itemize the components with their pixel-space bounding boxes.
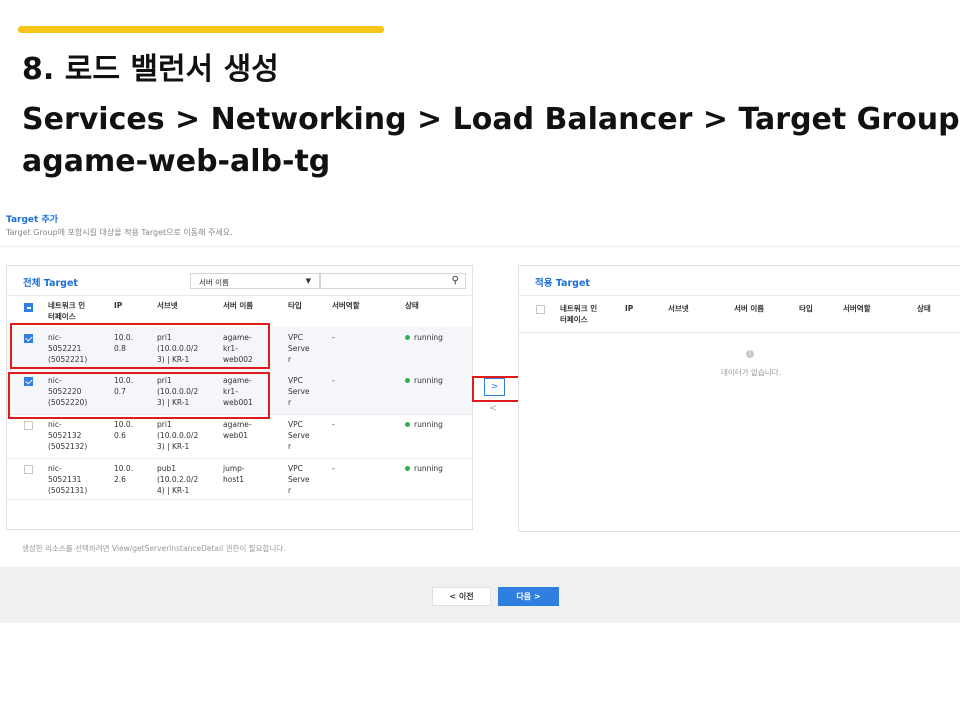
cell-type: VPC Serve r xyxy=(288,376,310,407)
row-checkbox[interactable] xyxy=(24,421,33,430)
column-header: IP xyxy=(625,304,634,313)
cell-role: - xyxy=(332,464,335,473)
status-text: running xyxy=(414,333,443,342)
divider xyxy=(0,246,960,247)
status-badge: running xyxy=(405,419,443,430)
select-all-checkbox[interactable] xyxy=(536,305,545,314)
column-header: 상태 xyxy=(917,304,931,313)
applied-target-title: 적용 Target xyxy=(535,278,590,289)
cell-subnet: pub1 (10.0.2.0/2 4) | KR-1 xyxy=(157,464,199,495)
console-screenshot: Target 추가 Target Group에 포함시킬 대상을 적용 Targ… xyxy=(0,205,960,623)
status-text: running xyxy=(414,420,443,429)
column-header: 타입 xyxy=(288,301,302,310)
empty-state-text: 데이터가 없습니다. xyxy=(721,368,781,377)
cell-role: - xyxy=(332,420,335,429)
highlight-box xyxy=(10,323,270,369)
column-header: 서버역할 xyxy=(843,304,871,313)
cell-nic: nic- 5052131 (5052131) xyxy=(48,464,88,495)
prev-button[interactable]: < 이전 xyxy=(432,587,491,606)
row-checkbox[interactable] xyxy=(24,465,33,474)
move-to-applied-button[interactable]: > xyxy=(484,378,505,396)
status-dot-icon xyxy=(405,421,410,427)
caret-down-icon: ▼ xyxy=(305,277,311,285)
dialog-title: Target 추가 xyxy=(6,215,59,225)
column-header: 네트워크 인 터페이스 xyxy=(560,304,598,324)
column-header: 서브넷 xyxy=(668,304,689,313)
column-header: 타입 xyxy=(799,304,813,313)
search-filter-value: 서버 이름 xyxy=(199,278,229,287)
cell-ip: 10.0. 2.6 xyxy=(114,464,134,484)
cell-nic: nic- 5052132 (5052132) xyxy=(48,420,88,451)
select-all-checkbox[interactable] xyxy=(24,303,33,312)
breadcrumb-path: Services > Networking > Load Balancer > … xyxy=(22,102,960,137)
cell-type: VPC Serve r xyxy=(288,464,310,495)
cell-server: jump- host1 xyxy=(223,464,245,484)
status-dot-icon xyxy=(405,334,410,340)
all-target-title: 전체 Target xyxy=(23,278,78,289)
slide-title: 8. 로드 밸런서 생성 xyxy=(22,52,279,87)
search-input[interactable]: ⚲ xyxy=(320,273,466,289)
cell-type: VPC Serve r xyxy=(288,420,310,451)
table-header: 네트워크 인 터페이스 IP 서브넷 서버 이름 타입 서버역할 상태 xyxy=(519,295,960,333)
cell-role: - xyxy=(332,333,335,342)
column-header: 네트워크 인 터페이스 xyxy=(48,301,86,321)
target-group-name: agame-web-alb-tg xyxy=(22,144,331,179)
column-header: 서버 이름 xyxy=(734,304,765,313)
cell-server: agame- web01 xyxy=(223,420,252,440)
column-header: 상태 xyxy=(405,301,419,310)
highlight-box xyxy=(8,372,270,419)
column-header: 서버 이름 xyxy=(223,301,254,310)
footer-bar: < 이전 다음 > xyxy=(0,567,960,623)
accent-bar xyxy=(18,26,384,33)
info-icon: ! xyxy=(746,350,754,358)
status-dot-icon xyxy=(405,465,410,471)
status-badge: running xyxy=(405,463,443,474)
cell-subnet: pri1 (10.0.0.0/2 3) | KR-1 xyxy=(157,420,199,451)
move-back-button[interactable]: < xyxy=(489,403,497,414)
applied-target-panel: 적용 Target 네트워크 인 터페이스 IP 서브넷 서버 이름 타입 서버… xyxy=(518,265,960,532)
cell-type: VPC Serve r xyxy=(288,333,310,364)
column-header: 서브넷 xyxy=(157,301,178,310)
status-badge: running xyxy=(405,375,443,386)
status-text: running xyxy=(414,376,443,385)
search-icon[interactable]: ⚲ xyxy=(452,275,459,286)
table-row[interactable]: nic- 5052131 (5052131) 10.0. 2.6 pub1 (10.… xyxy=(7,458,472,500)
status-badge: running xyxy=(405,332,443,343)
dialog-description: Target Group에 포함시킬 대상을 적용 Target으로 이동해 주… xyxy=(6,228,233,237)
search-filter-dropdown[interactable]: 서버 이름 ▼ xyxy=(190,273,320,289)
column-header: 서버역할 xyxy=(332,301,360,310)
cell-role: - xyxy=(332,376,335,385)
status-dot-icon xyxy=(405,377,410,383)
permission-note: 생성한 리소스를 선택하려면 View/getServerInstanceDet… xyxy=(22,544,286,553)
next-button[interactable]: 다음 > xyxy=(498,587,559,606)
column-header: IP xyxy=(114,301,123,310)
status-text: running xyxy=(414,464,443,473)
table-row[interactable]: nic- 5052132 (5052132) 10.0. 0.6 pri1 (10.… xyxy=(7,414,472,459)
cell-ip: 10.0. 0.6 xyxy=(114,420,134,440)
